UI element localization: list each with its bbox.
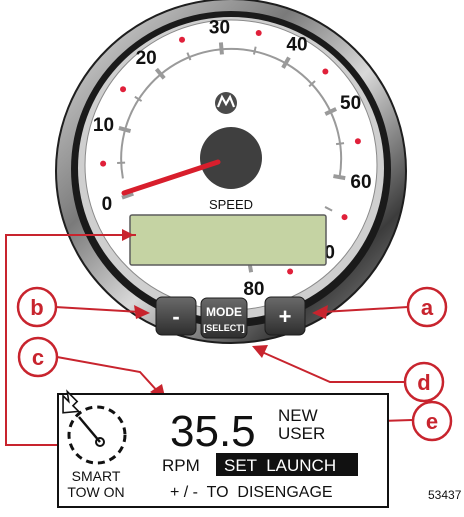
- smart-label: SMART: [72, 468, 121, 484]
- speed-readout: 35.5: [170, 407, 256, 456]
- tow-on-label: TOW ON: [67, 484, 124, 500]
- callout-d: d: [417, 370, 430, 395]
- lcd-panel: [130, 215, 326, 265]
- set-launch-label: SET LAUNCH: [224, 456, 336, 475]
- tick-label: 0: [102, 194, 113, 215]
- tick-label: 80: [243, 279, 264, 300]
- brand-logo-icon: [215, 92, 237, 114]
- enlarged-display: 35.5 NEW USER SMART TOW ON RPM SET LAUNC…: [55, 392, 388, 507]
- mode-button-label: MODE: [206, 305, 242, 319]
- figure-id: 53437: [428, 488, 462, 502]
- callout-e: e: [426, 409, 438, 434]
- gauge-label: SPEED: [209, 197, 253, 212]
- scale-dot: [287, 269, 293, 275]
- diagram-canvas: 01020304050607080 SPEED - MODE [SELECT] …: [0, 0, 464, 512]
- gauge-hub: [200, 127, 262, 189]
- callout-b: b: [30, 295, 43, 320]
- scale-dot: [256, 30, 262, 36]
- disengage-instruction: + / - TO DISENGAGE: [170, 484, 333, 501]
- callout-c: c: [32, 345, 44, 370]
- scale-dot: [100, 161, 106, 167]
- gauge: 01020304050607080 SPEED - MODE [SELECT] …: [56, 0, 406, 343]
- diagram: 01020304050607080 SPEED - MODE [SELECT] …: [0, 0, 464, 512]
- new-user-line2: USER: [278, 424, 325, 443]
- callout-a: a: [421, 295, 434, 320]
- tick-label: 30: [209, 18, 230, 39]
- major-tick: [333, 176, 345, 178]
- minus-button-label: -: [172, 304, 179, 329]
- plus-button-label: +: [279, 304, 292, 329]
- minor-tick: [336, 143, 344, 144]
- scale-dot: [322, 69, 328, 75]
- new-user-line1: NEW: [278, 406, 318, 425]
- scale-dot: [342, 214, 348, 220]
- tick-label: 40: [286, 35, 307, 56]
- tick-label: 20: [136, 48, 157, 69]
- scale-dot: [120, 86, 126, 92]
- tick-label: 50: [340, 93, 361, 114]
- arrowhead-d: [252, 345, 268, 358]
- select-button-label: [SELECT]: [203, 323, 245, 333]
- tick-label: 60: [350, 172, 371, 193]
- major-tick: [221, 42, 222, 54]
- scale-dot: [355, 138, 361, 144]
- leader-c: [57, 357, 160, 394]
- tick-label: 10: [93, 115, 114, 136]
- scale-dot: [179, 37, 185, 43]
- rpm-label: RPM: [162, 456, 200, 475]
- leader-d: [262, 352, 404, 382]
